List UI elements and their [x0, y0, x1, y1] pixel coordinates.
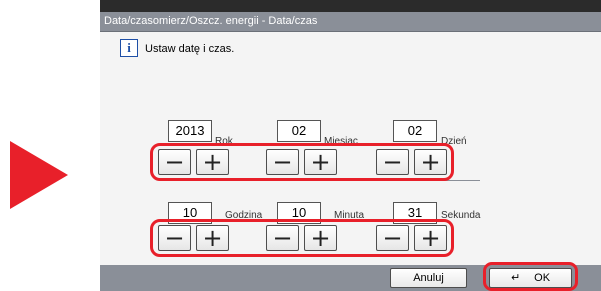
second-decrement-button[interactable]: −	[376, 225, 409, 251]
device-screen: Data/czasomierz/Oszcz. energii - Data/cz…	[100, 0, 601, 291]
message-text: Ustaw datę i czas.	[145, 43, 235, 55]
info-icon: i	[120, 39, 138, 57]
year-increment-button[interactable]: +	[196, 149, 229, 175]
ok-button[interactable]: ↵ OK	[489, 268, 572, 288]
day-field[interactable]: 02	[393, 120, 437, 142]
year-decrement-button[interactable]: −	[158, 149, 191, 175]
top-bar	[100, 0, 601, 12]
hour-decrement-button[interactable]: −	[158, 225, 191, 251]
enter-icon: ↵	[510, 271, 521, 284]
minute-increment-button[interactable]: +	[304, 225, 337, 251]
day-increment-button[interactable]: +	[414, 149, 447, 175]
minute-decrement-button[interactable]: −	[266, 225, 299, 251]
month-increment-button[interactable]: +	[304, 149, 337, 175]
hour-increment-button[interactable]: +	[196, 225, 229, 251]
message-panel: i Ustaw datę i czas.	[106, 35, 595, 69]
window-title: Data/czasomierz/Oszcz. energii - Data/cz…	[104, 15, 318, 27]
cancel-button[interactable]: Anuluj	[390, 268, 467, 288]
month-decrement-button[interactable]: −	[266, 149, 299, 175]
month-field[interactable]: 02	[277, 120, 321, 142]
pointer-arrow-icon	[10, 141, 68, 209]
ok-button-label: OK	[534, 272, 551, 284]
year-field[interactable]: 2013	[168, 120, 212, 142]
title-bar: Data/czasomierz/Oszcz. energii - Data/cz…	[100, 12, 601, 32]
second-increment-button[interactable]: +	[414, 225, 447, 251]
day-decrement-button[interactable]: −	[376, 149, 409, 175]
